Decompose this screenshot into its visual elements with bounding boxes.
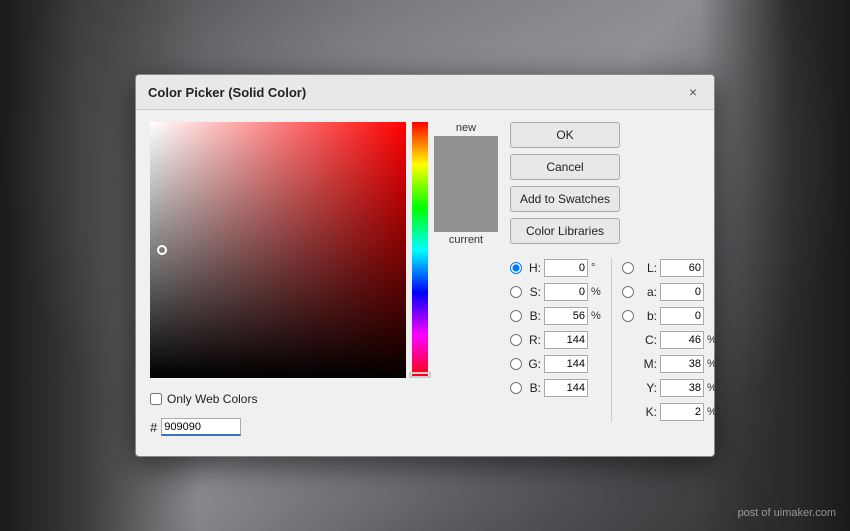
lab-cmyk-col: L: a: b: [622,258,717,422]
M-unit: % [707,358,717,370]
preview-new-color [434,136,498,184]
cancel-button[interactable]: Cancel [510,154,620,180]
Y-field-row: Y: % [622,378,717,398]
a-input[interactable] [660,283,704,301]
H-radio[interactable] [510,262,522,274]
only-web-colors-checkbox[interactable] [150,393,162,405]
K-input[interactable] [660,403,704,421]
H-unit: ° [591,262,595,274]
C-unit: % [707,334,717,346]
hex-hash: # [150,420,157,435]
hue-strip[interactable] [412,122,428,378]
S-input[interactable] [544,283,588,301]
hsb-rgb-col: H: ° S: % B: [510,258,601,422]
preview-new-label: new [456,122,476,134]
preview-current-label: current [449,234,483,246]
Y-input[interactable] [660,379,704,397]
B-field-row: B: % [510,306,601,326]
fields-divider [611,258,612,422]
H-field-row: H: ° [510,258,601,278]
color-picker-dialog: Color Picker (Solid Color) × new [135,74,715,457]
Y-unit: % [707,382,717,394]
b-field-row: b: [622,306,717,326]
only-web-row: Only Web Colors [150,392,498,406]
G-input[interactable] [544,355,588,373]
hex-row: # [150,418,498,436]
C-label: C: [637,333,657,347]
dialog-titlebar: Color Picker (Solid Color) × [136,75,714,110]
R-field-row: R: [510,330,601,350]
preview-box: new current [434,122,498,378]
B2-input[interactable] [544,379,588,397]
L-label: L: [637,261,657,275]
B-input[interactable] [544,307,588,325]
S-field-row: S: % [510,282,601,302]
close-button[interactable]: × [684,83,702,101]
B-unit: % [591,310,601,322]
add-to-swatches-button[interactable]: Add to Swatches [510,186,620,212]
a-radio[interactable] [622,286,634,298]
M-label: M: [637,357,657,371]
color-picker-area: new current Only Web Colors # [150,122,498,436]
preview-current-color [434,184,498,232]
B2-label: B: [525,381,541,395]
S-radio[interactable] [510,286,522,298]
watermark: post of uimaker.com [738,507,836,519]
G-radio[interactable] [510,358,522,370]
a-label: a: [637,285,657,299]
dialog-body: new current Only Web Colors # OK [136,110,714,440]
controls-area: OK Cancel Add to Swatches Color Librarie… [510,122,717,436]
Y-label: Y: [637,381,657,395]
M-field-row: M: % [622,354,717,374]
R-input[interactable] [544,331,588,349]
b-label: b: [637,309,657,323]
G-label: G: [525,357,541,371]
button-row: OK Cancel Add to Swatches Color Librarie… [510,122,717,244]
G-field-row: G: [510,354,601,374]
S-label: S: [525,285,541,299]
R-label: R: [525,333,541,347]
B2-radio[interactable] [510,382,522,394]
picker-row: new current [150,122,498,378]
K-label: K: [637,405,657,419]
C-input[interactable] [660,331,704,349]
a-field-row: a: [622,282,717,302]
K-unit: % [707,406,717,418]
b-input[interactable] [660,307,704,325]
L-field-row: L: [622,258,717,278]
C-field-row: C: % [622,330,717,350]
L-radio[interactable] [622,262,634,274]
B2-field-row: B: [510,378,601,398]
color-gradient-box[interactable] [150,122,406,378]
dialog-title: Color Picker (Solid Color) [148,85,306,100]
b-radio[interactable] [622,310,634,322]
gradient-value [150,122,406,378]
fields-section: H: ° S: % B: [510,258,717,422]
H-label: H: [525,261,541,275]
L-input[interactable] [660,259,704,277]
B-label: B: [525,309,541,323]
hex-input[interactable] [161,418,241,436]
hue-cursor [409,372,431,378]
R-radio[interactable] [510,334,522,346]
M-input[interactable] [660,355,704,373]
only-web-colors-label: Only Web Colors [167,392,257,406]
ok-button[interactable]: OK [510,122,620,148]
K-field-row: K: % [622,402,717,422]
H-input[interactable] [544,259,588,277]
S-unit: % [591,286,601,298]
color-libraries-button[interactable]: Color Libraries [510,218,620,244]
B-radio[interactable] [510,310,522,322]
